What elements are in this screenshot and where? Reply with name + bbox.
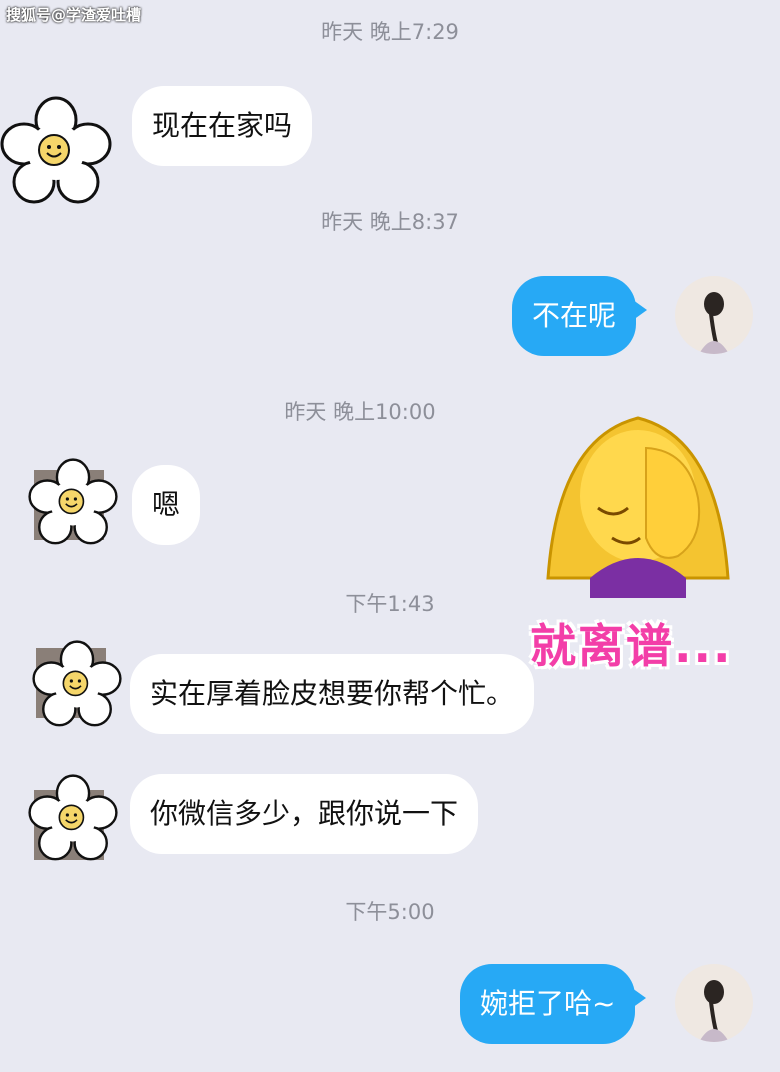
girl-photo-icon — [699, 292, 729, 354]
timestamp: 昨天 晚上8:37 — [321, 210, 459, 234]
flower-avatar[interactable] — [0, 96, 112, 208]
timestamp: 昨天 晚上7:29 — [321, 20, 459, 44]
sticker-caption: 就离谱... — [530, 619, 733, 673]
flower-icon — [28, 774, 118, 861]
message-bubble-incoming[interactable]: 现在在家吗 — [132, 86, 313, 166]
timestamp: 下午5:00 — [345, 900, 435, 924]
flower-icon — [28, 458, 118, 545]
message-bubble-incoming[interactable]: 嗯 — [132, 465, 201, 545]
girl-photo-icon — [699, 980, 729, 1042]
message-bubble-incoming[interactable]: 你微信多少，跟你说一下 — [130, 774, 479, 854]
flower-avatar[interactable] — [28, 458, 118, 548]
facepalm-sticker: 就离谱... — [520, 378, 770, 678]
message-bubble-outgoing[interactable]: 不在呢 — [512, 276, 648, 356]
message-bubble-outgoing[interactable]: 婉拒了哈~ — [460, 964, 647, 1044]
flower-avatar[interactable] — [32, 640, 122, 730]
flower-avatar[interactable] — [28, 774, 118, 864]
user-avatar[interactable] — [675, 276, 753, 354]
facepalm-woman-emoji-icon — [546, 416, 730, 598]
message-bubble-incoming[interactable]: 实在厚着脸皮想要你帮个忙。 — [130, 654, 535, 734]
flower-icon — [0, 96, 112, 204]
flower-icon — [32, 640, 122, 727]
user-avatar[interactable] — [675, 964, 753, 1042]
